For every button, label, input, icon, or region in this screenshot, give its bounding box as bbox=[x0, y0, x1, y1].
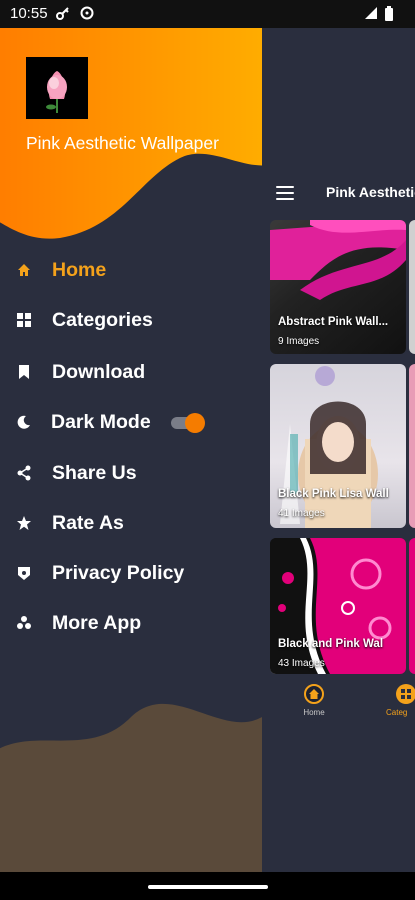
dark-mode-toggle[interactable] bbox=[171, 413, 205, 433]
toggle-thumb bbox=[185, 413, 205, 433]
menu-item-download[interactable]: Download bbox=[0, 352, 262, 392]
menu-label: Privacy Policy bbox=[52, 562, 185, 584]
bottom-nav-categories[interactable]: Categ bbox=[386, 684, 415, 717]
menu-icon[interactable] bbox=[276, 186, 294, 200]
menu-item-more-app[interactable]: More App bbox=[0, 603, 262, 643]
star-icon bbox=[16, 515, 32, 531]
drawer-app-name: Pink Aesthetic Wallpaper bbox=[26, 133, 219, 153]
card-edge bbox=[409, 220, 415, 354]
menu-label: Download bbox=[52, 361, 146, 383]
category-card[interactable]: Abstract Pink Wall... 9 Images bbox=[270, 220, 406, 354]
card-edge bbox=[409, 538, 415, 674]
signal-icon bbox=[364, 6, 378, 23]
navigation-drawer: Pink Aesthetic Wallpaper Home Categories… bbox=[0, 28, 262, 872]
bottom-nav-label: Home bbox=[303, 708, 325, 717]
card-image bbox=[270, 538, 406, 674]
card-image bbox=[280, 366, 378, 528]
system-navigation-bar bbox=[0, 872, 415, 900]
key-icon bbox=[56, 6, 70, 23]
bottom-navigation: Home Categ bbox=[268, 678, 415, 726]
moon-icon bbox=[16, 414, 32, 430]
status-time: 10:55 bbox=[10, 5, 48, 22]
footer-background bbox=[0, 704, 262, 872]
home-icon bbox=[16, 262, 32, 278]
bottom-nav-home[interactable]: Home bbox=[292, 684, 336, 717]
shield-icon bbox=[16, 565, 32, 581]
card-count: 43 Images bbox=[278, 658, 325, 669]
menu-item-privacy-policy[interactable]: Privacy Policy bbox=[0, 553, 262, 593]
menu-label: Rate As bbox=[52, 512, 124, 534]
card-title: Black Pink Lisa Wall bbox=[278, 488, 389, 500]
apps-icon bbox=[16, 615, 32, 631]
app-logo bbox=[26, 57, 88, 119]
card-count: 9 Images bbox=[278, 336, 320, 347]
menu-label: More App bbox=[52, 612, 142, 634]
grid-icon bbox=[396, 684, 415, 704]
menu-label: Dark Mode bbox=[51, 411, 151, 433]
share-icon bbox=[16, 465, 32, 481]
steering-icon bbox=[80, 6, 94, 23]
bookmark-icon bbox=[16, 364, 32, 380]
app-toolbar: Pink Aesthetic bbox=[268, 178, 415, 210]
home-gesture-bar[interactable] bbox=[148, 885, 268, 889]
category-card[interactable]: Black Pink Lisa Wall 41 Images bbox=[270, 364, 406, 528]
menu-label: Categories bbox=[52, 309, 153, 331]
card-count: 41 Images bbox=[278, 508, 325, 519]
app-title: Pink Aesthetic bbox=[326, 184, 415, 200]
status-bar: 10:55 bbox=[0, 0, 415, 28]
card-image bbox=[270, 220, 406, 300]
menu-label: Home bbox=[52, 259, 107, 281]
card-title: Black and Pink Wal bbox=[278, 638, 384, 650]
menu-item-rate-as[interactable]: Rate As bbox=[0, 503, 262, 543]
menu-label: Share Us bbox=[52, 462, 137, 484]
grid-icon bbox=[16, 312, 32, 328]
card-edge bbox=[409, 364, 415, 528]
menu-item-dark-mode[interactable]: Dark Mode bbox=[0, 402, 262, 442]
menu-item-share-us[interactable]: Share Us bbox=[0, 453, 262, 493]
bottom-nav-label: Categ bbox=[386, 708, 408, 717]
menu-item-categories[interactable]: Categories bbox=[0, 300, 262, 340]
menu-item-home[interactable]: Home bbox=[0, 250, 262, 290]
battery-icon bbox=[384, 6, 394, 25]
home-icon bbox=[304, 684, 324, 704]
category-card[interactable]: Black and Pink Wal 43 Images bbox=[270, 538, 406, 674]
card-title: Abstract Pink Wall... bbox=[278, 316, 389, 328]
